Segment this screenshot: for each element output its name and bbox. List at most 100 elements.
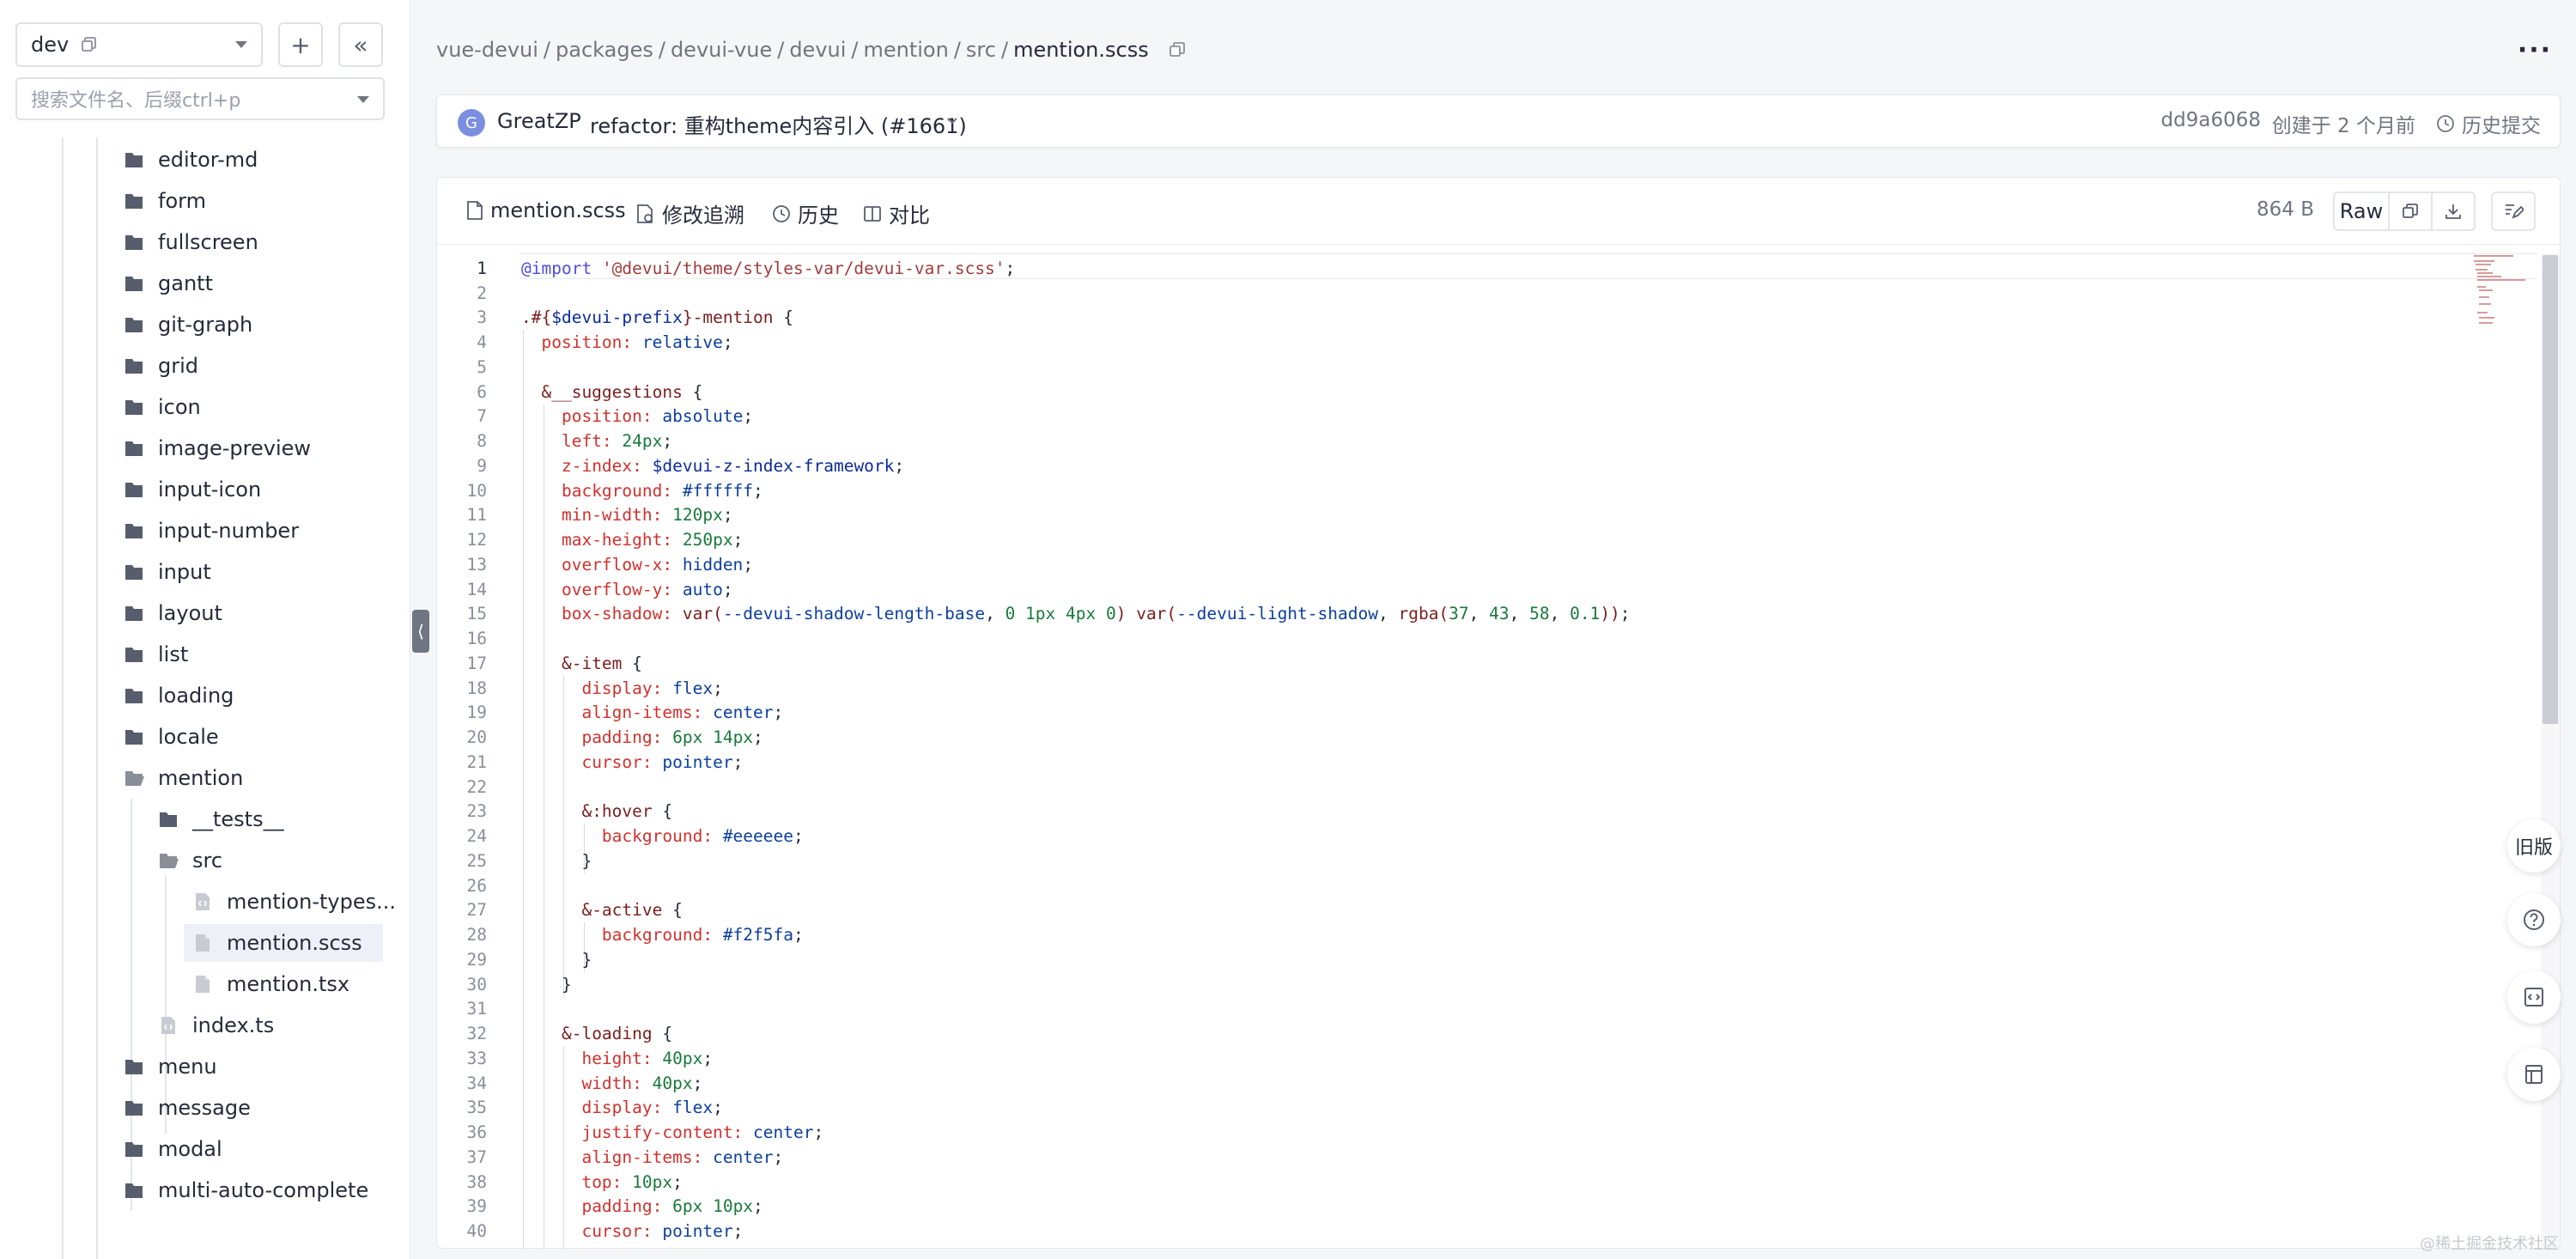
compare-button[interactable]: 对比 <box>863 198 930 228</box>
branch-select[interactable]: dev <box>15 22 263 67</box>
breadcrumb-link[interactable]: packages <box>556 38 653 62</box>
breadcrumb-link[interactable]: devui <box>789 38 846 62</box>
layout-button[interactable] <box>2507 1048 2561 1101</box>
tree-item-git-graph[interactable]: git-graph <box>124 306 252 344</box>
line-number[interactable]: 10 <box>437 481 487 501</box>
tree-item-gantt[interactable]: gantt <box>124 265 213 302</box>
breadcrumb-link[interactable]: mention <box>864 38 949 62</box>
line-number[interactable]: 11 <box>437 505 487 525</box>
line-number[interactable]: 31 <box>437 999 487 1019</box>
code-line[interactable]: 20 padding: 6px 14px; <box>437 725 2560 750</box>
code-line[interactable]: 8 left: 24px; <box>437 429 2560 453</box>
file-search-input[interactable]: 搜索文件名、后缀ctrl+p <box>15 77 385 120</box>
line-number[interactable]: 5 <box>437 357 487 377</box>
tree-item-tests[interactable]: __tests__ <box>158 800 284 838</box>
tree-item-layout[interactable]: layout <box>124 594 222 632</box>
line-number[interactable]: 13 <box>437 555 487 575</box>
tree-item-mention-types[interactable]: mention-types... <box>192 883 396 921</box>
line-number[interactable]: 38 <box>437 1172 487 1192</box>
line-number[interactable]: 36 <box>437 1122 487 1142</box>
line-number[interactable]: 26 <box>437 876 487 896</box>
line-number[interactable]: 21 <box>437 752 487 772</box>
line-number[interactable]: 6 <box>437 382 487 402</box>
add-button[interactable]: + <box>278 22 323 67</box>
code-line[interactable]: 9 z-index: $devui-z-index-framework; <box>437 453 2560 478</box>
code-line[interactable]: 30 } <box>437 972 2560 997</box>
line-number[interactable]: 22 <box>437 777 487 797</box>
code-snippet-button[interactable] <box>2507 970 2561 1024</box>
line-number[interactable]: 33 <box>437 1049 487 1068</box>
code-line[interactable]: 15 box-shadow: var(--devui-shadow-length… <box>437 602 2560 627</box>
tree-item-icon[interactable]: icon <box>124 388 201 426</box>
tree-item-locale[interactable]: locale <box>124 718 219 756</box>
download-button[interactable] <box>2431 192 2476 231</box>
line-number[interactable]: 39 <box>437 1196 487 1216</box>
tree-item-fullscreen[interactable]: fullscreen <box>124 223 258 261</box>
code-line[interactable]: 1 @import '@devui/theme/styles-var/devui-… <box>437 256 2560 281</box>
line-number[interactable]: 2 <box>437 283 487 303</box>
tree-item-image-preview[interactable]: image-preview <box>124 429 311 467</box>
line-number[interactable]: 40 <box>437 1221 487 1241</box>
line-number[interactable]: 8 <box>437 431 487 451</box>
line-number[interactable]: 14 <box>437 580 487 599</box>
chevron-down-icon[interactable] <box>940 109 964 133</box>
help-button[interactable] <box>2507 893 2561 946</box>
history-commits-link[interactable]: 历史提交 <box>2436 109 2541 138</box>
line-number[interactable]: 1 <box>437 258 487 278</box>
code-line[interactable]: 39 padding: 6px 10px; <box>437 1195 2560 1219</box>
tree-item-editor-md[interactable]: editor-md <box>124 141 258 179</box>
code-line[interactable]: 18 display: flex; <box>437 676 2560 701</box>
line-number[interactable]: 34 <box>437 1073 487 1093</box>
breadcrumb-link[interactable]: src <box>966 38 996 62</box>
code-line[interactable]: 16 <box>437 626 2560 651</box>
tree-item-grid[interactable]: grid <box>124 347 198 385</box>
line-number[interactable]: 30 <box>437 975 487 994</box>
tree-item-message[interactable]: message <box>124 1089 251 1127</box>
line-number[interactable]: 16 <box>437 629 487 648</box>
line-number[interactable]: 3 <box>437 307 487 327</box>
tree-item-mention[interactable]: mention <box>124 759 243 797</box>
line-number[interactable]: 28 <box>437 925 487 945</box>
old-version-button[interactable]: 旧版 <box>2507 819 2561 873</box>
copy-button[interactable] <box>2388 192 2433 231</box>
code-line[interactable]: 37 align-items: center; <box>437 1145 2560 1170</box>
code-line[interactable]: 36 justify-content: center; <box>437 1120 2560 1145</box>
code-line[interactable]: 19 align-items: center; <box>437 701 2560 726</box>
tree-item-mention-scss[interactable]: mention.scss <box>184 924 383 962</box>
code-line[interactable]: 32 &-loading { <box>437 1021 2560 1046</box>
breadcrumb-link[interactable]: devui-vue <box>671 38 772 62</box>
code-line[interactable]: 31 <box>437 997 2560 1022</box>
code-line[interactable]: 6 &__suggestions { <box>437 380 2560 404</box>
tree-item-menu[interactable]: menu <box>124 1048 217 1086</box>
code-line[interactable]: 38 top: 10px; <box>437 1170 2560 1195</box>
avatar[interactable]: G <box>458 109 485 137</box>
code-line[interactable]: 17 &-item { <box>437 651 2560 676</box>
more-options-button[interactable]: ··· <box>2511 26 2559 74</box>
line-number[interactable]: 32 <box>437 1024 487 1043</box>
code-line[interactable]: 11 min-width: 120px; <box>437 503 2560 528</box>
file-name-tab[interactable]: mention.scss <box>466 198 626 222</box>
code-line[interactable]: 26 <box>437 873 2560 898</box>
code-line[interactable]: 28 background: #f2f5fa; <box>437 922 2560 947</box>
code-line[interactable]: 14 overflow-y: auto; <box>437 577 2560 602</box>
line-number[interactable]: 4 <box>437 332 487 352</box>
commit-message[interactable]: refactor: 重构theme内容引入 (#1661) <box>590 109 967 139</box>
code-line[interactable]: 40 cursor: pointer; <box>437 1219 2560 1244</box>
line-number[interactable]: 35 <box>437 1098 487 1117</box>
line-number[interactable]: 19 <box>437 702 487 722</box>
tree-item-index-ts[interactable]: index.ts <box>158 1007 274 1044</box>
copy-path-icon[interactable] <box>1168 40 1187 59</box>
code-line[interactable]: 23 &:hover { <box>437 800 2560 824</box>
code-line[interactable]: 21 cursor: pointer; <box>437 750 2560 775</box>
code-line[interactable]: 25 } <box>437 848 2560 873</box>
code-line[interactable]: 5 <box>437 355 2560 380</box>
commit-author[interactable]: GreatZP <box>497 109 581 133</box>
tree-item-modal[interactable]: modal <box>124 1130 222 1168</box>
tree-item-input-number[interactable]: input-number <box>124 512 299 550</box>
tree-item-form[interactable]: form <box>124 182 206 220</box>
code-line[interactable]: 33 height: 40px; <box>437 1046 2560 1071</box>
history-button[interactable]: 历史 <box>772 198 839 228</box>
line-number[interactable]: 37 <box>437 1147 487 1167</box>
collapse-sidebar-button[interactable]: « <box>338 22 383 67</box>
line-number[interactable]: 7 <box>437 406 487 426</box>
